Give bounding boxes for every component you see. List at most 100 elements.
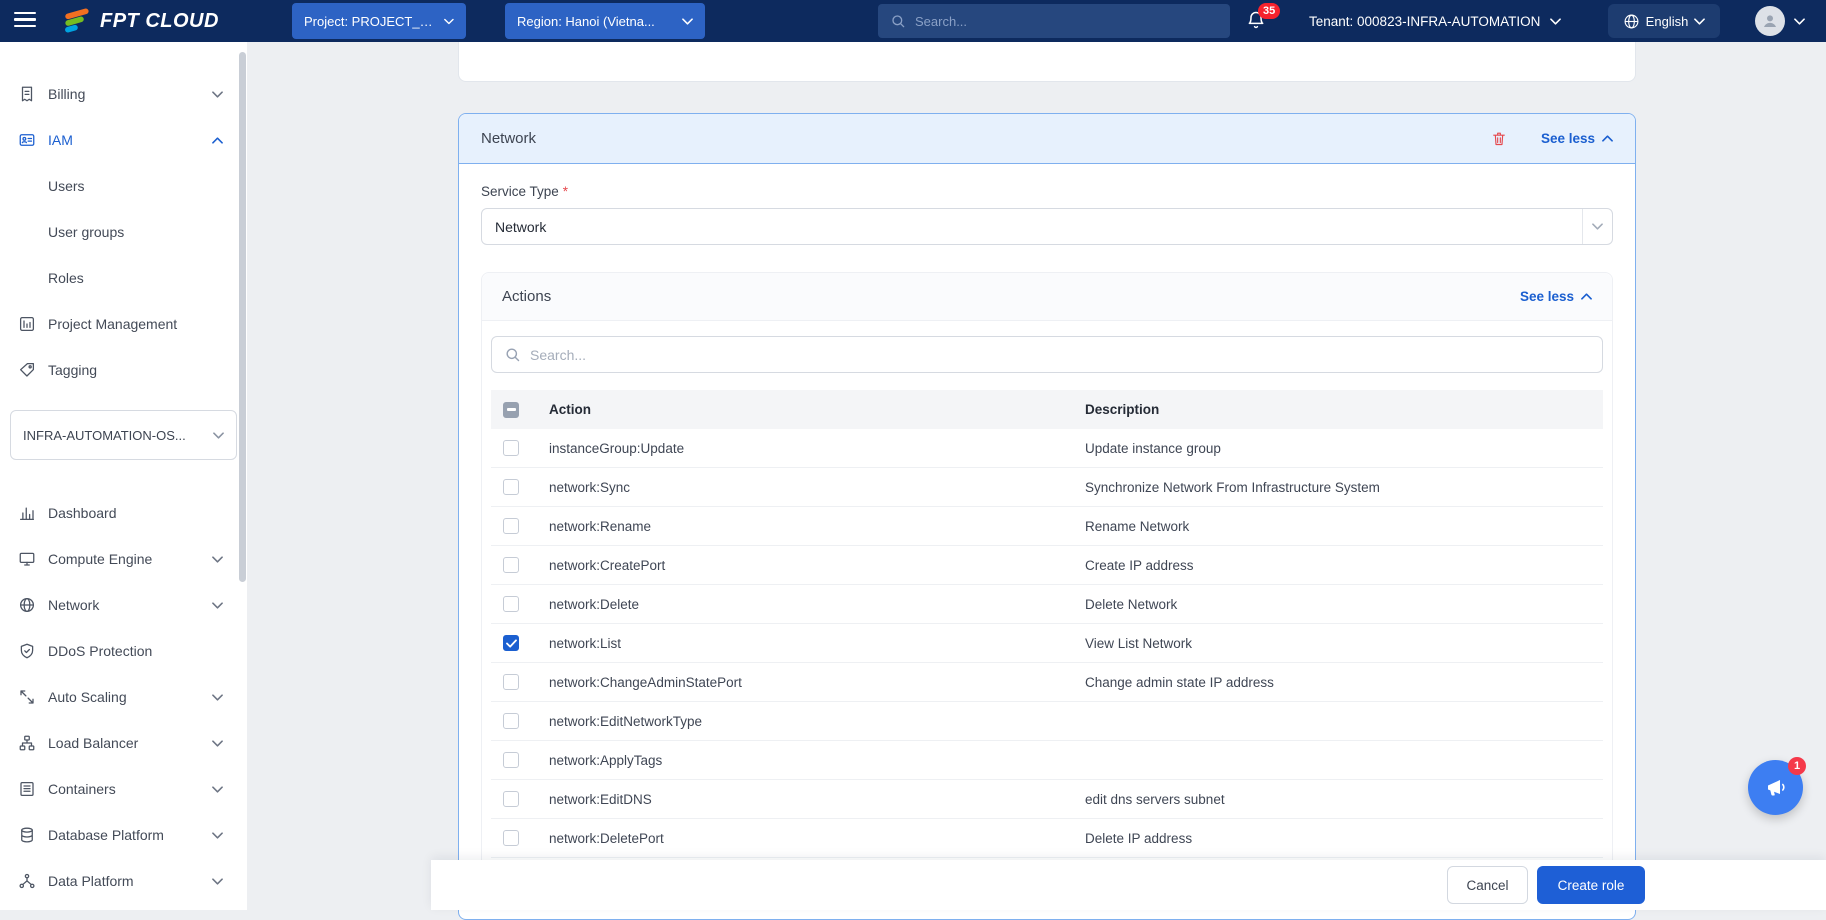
sidebar-item-ddos-protection[interactable]: DDoS Protection [0,628,247,674]
tag-icon [18,361,36,379]
row-checkbox[interactable] [503,713,519,729]
sidebar-item-label: Dashboard [48,505,223,521]
row-checkbox[interactable] [503,791,519,807]
tenant-label: Tenant: 000823-INFRA-AUTOMATION [1309,14,1540,29]
panel-title: Network [481,130,1457,147]
sidebar-item-users[interactable]: Users [0,163,247,209]
action-description: View List Network [1071,636,1603,651]
fpt-cloud-logo: FPT CLOUD [62,0,219,42]
chevron-down-icon [212,602,223,609]
sidebar-item-data-platform[interactable]: Data Platform [0,858,247,904]
sidebar-item-auto-scaling[interactable]: Auto Scaling [0,674,247,720]
delete-section-button[interactable] [1491,130,1507,147]
actions-see-less-button[interactable]: See less [1520,289,1592,304]
sidebar: BillingIAMUsers User groups Roles Project M… [0,42,247,910]
action-description: Rename Network [1071,519,1603,534]
form-footer: Cancel Create role [431,860,1826,910]
chevron-up-icon [1581,293,1592,300]
actions-search [491,336,1603,373]
action-description: Change admin state IP address [1071,675,1603,690]
tenant-dropdown[interactable]: Tenant: 000823-INFRA-AUTOMATION [1309,0,1561,42]
sidebar-item-dashboard[interactable]: Dashboard [0,490,247,536]
sidebar-item-label: Auto Scaling [48,689,200,705]
menu-icon[interactable] [14,12,36,27]
notifications-button[interactable]: 35 [1246,9,1266,36]
action-name: network:ApplyTags [531,753,1071,768]
actions-table-body: instanceGroup:UpdateUpdate instance grou… [491,429,1603,858]
row-checkbox[interactable] [503,596,519,612]
row-checkbox[interactable] [503,557,519,573]
logo-text: FPT CLOUD [100,10,219,33]
global-search-input[interactable] [915,14,1218,29]
sidebar-item-containers[interactable]: Containers [0,766,247,812]
select-all-checkbox[interactable] [503,402,519,418]
action-description: Delete Network [1071,597,1603,612]
action-name: network:List [531,636,1071,651]
sidebar-item-project-management[interactable]: Project Management [0,301,247,347]
sidebar-item-roles[interactable]: Roles [0,255,247,301]
actions-title: Actions [502,288,551,305]
sidebar-item-network[interactable]: Network [0,582,247,628]
sidebar-item-label: Project Management [48,316,223,332]
row-checkbox[interactable] [503,635,519,651]
chevron-down-icon [212,878,223,885]
row-checkbox[interactable] [503,479,519,495]
action-name: network:Rename [531,519,1071,534]
table-row: network:DeleteDelete Network [491,585,1603,624]
language-label: English [1646,14,1689,29]
table-row: instanceGroup:UpdateUpdate instance grou… [491,429,1603,468]
database-icon [18,826,36,844]
iam-icon [18,131,36,149]
sidebar-item-label: Load Balancer [48,735,200,751]
sidebar-project-select[interactable]: INFRA-AUTOMATION-OS... [10,410,237,460]
action-description: Delete IP address [1071,831,1603,846]
user-menu[interactable] [1755,6,1805,36]
global-search [878,4,1230,38]
create-role-button[interactable]: Create role [1537,866,1645,904]
sidebar-item-label: Containers [48,781,200,797]
sidebar-scrollbar[interactable] [239,52,246,582]
sidebar-item-compute-engine[interactable]: Compute Engine [0,536,247,582]
chevron-up-icon [212,137,223,144]
sidebar-item-user-groups[interactable]: User groups [0,209,247,255]
search-icon [504,346,521,363]
sidebar-item-iam[interactable]: IAM [0,117,247,163]
sidebar-item-database-platform[interactable]: Database Platform [0,812,247,858]
region-dropdown[interactable]: Region: Hanoi (Vietna... [505,3,705,39]
actions-header: Actions See less [482,273,1612,321]
project-dropdown[interactable]: Project: PROJECT_INF... [292,3,466,39]
panel-see-less-button[interactable]: See less [1541,131,1613,146]
row-checkbox[interactable] [503,830,519,846]
sidebar-item-load-balancer[interactable]: Load Balancer [0,720,247,766]
row-checkbox[interactable] [503,752,519,768]
sidebar-item-label: Tagging [48,362,223,378]
row-checkbox[interactable] [503,518,519,534]
cancel-button[interactable]: Cancel [1447,866,1528,904]
language-dropdown[interactable]: English [1608,4,1720,38]
actions-search-input[interactable] [530,347,1590,363]
action-name: network:CreatePort [531,558,1071,573]
sidebar-item-billing[interactable]: Billing [0,71,247,117]
sidebar-item-tagging[interactable]: Tagging [0,347,247,393]
row-checkbox[interactable] [503,440,519,456]
panel-body: Service Type * Network Actions See less [459,164,1635,875]
table-row: network:SyncSynchronize Network From Inf… [491,468,1603,507]
sidebar-item-label: User groups [48,224,223,240]
table-row: network:EditNetworkType [491,702,1603,741]
required-mark: * [563,184,568,199]
sidebar-item-label: Compute Engine [48,551,200,567]
topbar: FPT CLOUD Project: PROJECT_INF... Region… [0,0,1826,42]
chevron-down-icon [212,740,223,747]
sidebar-item-label: Data Platform [48,873,200,889]
compute-icon [18,550,36,568]
announcement-fab[interactable]: 1 [1748,760,1803,815]
table-row: network:RenameRename Network [491,507,1603,546]
containers-icon [18,780,36,798]
avatar [1755,6,1785,36]
chevron-down-icon [1694,18,1705,25]
service-type-select[interactable]: Network [481,208,1613,245]
action-name: network:DeletePort [531,831,1071,846]
actions-table: Action Description instanceGroup:UpdateU… [491,390,1603,858]
action-name: network:Delete [531,597,1071,612]
row-checkbox[interactable] [503,674,519,690]
